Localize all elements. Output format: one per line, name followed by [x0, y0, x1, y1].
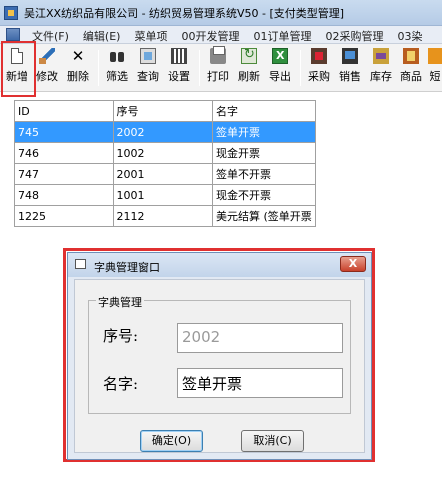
sms-button-label: 短: [429, 70, 441, 83]
menu-menu-items[interactable]: 菜单项: [134, 28, 167, 43]
purchase-button[interactable]: 采购: [305, 48, 333, 90]
toolbar-separator: [199, 50, 200, 86]
inventory-button[interactable]: 库存: [367, 48, 395, 90]
delete-button[interactable]: ✕ 删除: [64, 48, 92, 90]
grid-header-row: ID 序号 名字: [14, 100, 317, 122]
edit-button[interactable]: 修改: [33, 48, 61, 90]
menu-purchase-management[interactable]: 02采购管理: [325, 28, 383, 43]
column-header-name[interactable]: 名字: [211, 100, 317, 122]
delete-button-label: 删除: [67, 70, 89, 83]
query-button[interactable]: 查询: [134, 48, 162, 90]
print-button[interactable]: 打印: [204, 46, 232, 90]
column-header-id[interactable]: ID: [14, 100, 114, 122]
table-row[interactable]: 745 2002 签单开票: [14, 121, 317, 143]
cell-name[interactable]: 现金开票: [211, 142, 317, 164]
dialog-close-button[interactable]: X: [340, 256, 366, 272]
table-row[interactable]: 748 1001 现金不开票: [14, 184, 317, 206]
filter-button-label: 筛选: [106, 70, 128, 83]
sales-button-label: 销售: [339, 70, 361, 83]
cell-id[interactable]: 746: [14, 142, 114, 164]
cell-id[interactable]: 745: [14, 121, 114, 143]
cell-id[interactable]: 1225: [14, 205, 114, 227]
menu-dyeing[interactable]: 03染: [397, 28, 422, 43]
filter-button[interactable]: 筛选: [103, 48, 131, 90]
menu-edit[interactable]: 编辑(E): [83, 28, 121, 43]
cell-seq[interactable]: 1002: [112, 142, 213, 164]
cell-name[interactable]: 现金不开票: [211, 184, 317, 206]
goods-button[interactable]: 商品: [397, 48, 425, 90]
menu-bar: 文件(F) 编辑(E) 菜单项 00开发管理 01订单管理 02采购管理 03染: [0, 26, 442, 44]
dialog-title-bar[interactable]: 字典管理窗口 X: [68, 253, 371, 277]
inventory-button-label: 库存: [370, 70, 392, 83]
inventory-icon: [373, 48, 389, 64]
export-button[interactable]: 导出: [266, 48, 294, 90]
dictionary-dialog: 字典管理窗口 X 字典管理 序号: 2002 名字: 签单开票 确定(O) 取消…: [67, 252, 372, 460]
menu-file[interactable]: 文件(F): [32, 28, 69, 43]
toolbar-separator: [98, 50, 99, 86]
sms-icon: [428, 48, 442, 64]
edit-button-label: 修改: [36, 70, 58, 83]
purchase-button-label: 采购: [308, 70, 330, 83]
refresh-icon: [241, 47, 257, 64]
sales-button[interactable]: 销售: [336, 48, 364, 90]
settings-button[interactable]: 设置: [165, 48, 193, 90]
new-button-highlight: [1, 41, 36, 97]
settings-grid-icon: [171, 48, 187, 64]
refresh-button-label: 刷新: [238, 70, 260, 83]
cell-name[interactable]: 美元结算 (签单开票: [211, 205, 317, 227]
cell-id[interactable]: 747: [14, 163, 114, 185]
query-button-label: 查询: [137, 70, 159, 83]
sales-icon: [342, 48, 358, 64]
cell-name[interactable]: 签单开票: [211, 121, 317, 143]
table-row[interactable]: 746 1002 现金开票: [14, 142, 317, 164]
table-row[interactable]: 747 2001 签单不开票: [14, 163, 317, 185]
dialog-body: 字典管理 序号: 2002 名字: 签单开票 确定(O) 取消(C): [74, 279, 365, 453]
app-icon: [4, 6, 18, 20]
goods-button-label: 商品: [400, 70, 422, 83]
dictionary-groupbox: 字典管理 序号: 2002 名字: 签单开票: [88, 294, 351, 414]
goods-icon: [403, 48, 419, 64]
seq-field: 2002: [177, 323, 343, 353]
cell-seq[interactable]: 2112: [112, 205, 213, 227]
window-title: 吴江XX纺织品有限公司 - 纺织贸易管理系统V50 - [支付类型管理]: [24, 7, 345, 20]
cell-seq[interactable]: 2002: [112, 121, 213, 143]
ok-button[interactable]: 确定(O): [140, 430, 203, 452]
cancel-button[interactable]: 取消(C): [241, 430, 304, 452]
excel-export-icon: [272, 48, 288, 64]
cell-seq[interactable]: 1001: [112, 184, 213, 206]
purchase-icon: [311, 48, 327, 64]
table-row[interactable]: 1225 2112 美元结算 (签单开票: [14, 205, 317, 227]
cell-id[interactable]: 748: [14, 184, 114, 206]
cell-name[interactable]: 签单不开票: [211, 163, 317, 185]
binoculars-icon: [109, 48, 125, 64]
menu-order-management[interactable]: 01订单管理: [253, 28, 311, 43]
refresh-button[interactable]: 刷新: [235, 47, 263, 90]
dialog-window-icon: [75, 259, 86, 269]
toolbar: 新增 修改 ✕ 删除 筛选 查询 设置 打印 刷新 导出 采购 销售: [0, 44, 442, 92]
window-title-bar: 吴江XX纺织品有限公司 - 纺织贸易管理系统V50 - [支付类型管理]: [0, 0, 442, 26]
column-header-seq[interactable]: 序号: [112, 100, 213, 122]
name-label: 名字:: [103, 375, 139, 393]
query-icon: [140, 48, 156, 64]
cell-seq[interactable]: 2001: [112, 163, 213, 185]
menu-dev-management[interactable]: 00开发管理: [181, 28, 239, 43]
edit-brush-icon: [39, 48, 55, 64]
seq-label: 序号:: [103, 327, 139, 345]
export-button-label: 导出: [269, 70, 291, 83]
sms-button[interactable]: 短: [428, 48, 442, 90]
delete-x-icon: ✕: [71, 47, 85, 65]
groupbox-title: 字典管理: [96, 294, 144, 310]
printer-icon: [210, 46, 226, 64]
toolbar-separator: [300, 50, 301, 86]
dialog-title: 字典管理窗口: [94, 261, 160, 274]
data-grid: ID 序号 名字 745 2002 签单开票 746 1002 现金开票 747…: [14, 100, 317, 227]
name-field[interactable]: 签单开票: [177, 368, 343, 398]
settings-button-label: 设置: [168, 70, 190, 83]
print-button-label: 打印: [207, 70, 229, 83]
mdi-document-icon[interactable]: [6, 28, 20, 41]
